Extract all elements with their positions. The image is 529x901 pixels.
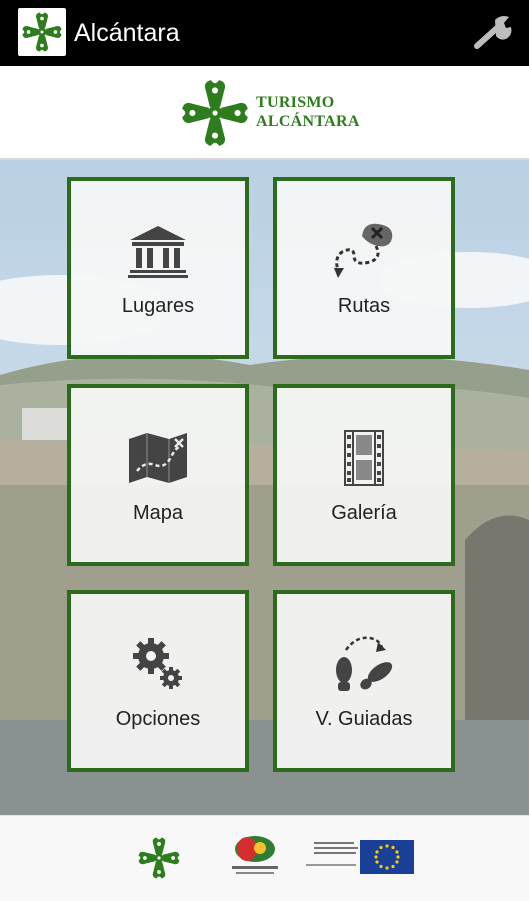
wrench-icon[interactable] [471, 14, 515, 52]
tile-label-opciones: Opciones [115, 708, 201, 730]
brand-line-1: TURISMO [256, 94, 335, 111]
monument-icon [71, 219, 245, 283]
tile-label-mapa: Mapa [132, 502, 184, 524]
tile-label-lugares: Lugares [121, 295, 195, 317]
app-logo-icon[interactable] [18, 8, 66, 56]
footsteps-icon [277, 632, 451, 696]
tile-mapa[interactable]: Mapa [67, 384, 249, 566]
alcantara-cross-logo [136, 835, 182, 886]
gears-icon [71, 632, 245, 696]
action-bar: Alcántara [0, 0, 529, 66]
tile-label-rutas: Rutas [337, 295, 391, 317]
brand-text: TURISMO ALCÁNTARA [256, 93, 360, 131]
map-icon [71, 426, 245, 490]
tile-galeria[interactable]: Galería [273, 384, 455, 566]
cooperation-logo [226, 834, 284, 883]
tile-label-v-guiadas: V. Guiadas [315, 708, 413, 730]
alcantara-cross-icon [176, 74, 254, 157]
tile-lugares[interactable]: Lugares [67, 177, 249, 359]
eu-flag-logo [306, 834, 416, 881]
brand-header: TURISMO ALCÁNTARA [0, 66, 529, 160]
film-icon [277, 426, 451, 490]
app-title: Alcántara [74, 19, 180, 47]
route-icon [277, 219, 451, 283]
footer-logos [0, 815, 529, 901]
tile-opciones[interactable]: Opciones [67, 590, 249, 772]
brand-line-2: ALCÁNTARA [256, 113, 360, 130]
tile-rutas[interactable]: Rutas [273, 177, 455, 359]
tile-label-galeria: Galería [331, 502, 397, 524]
tile-v-guiadas[interactable]: V. Guiadas [273, 590, 455, 772]
